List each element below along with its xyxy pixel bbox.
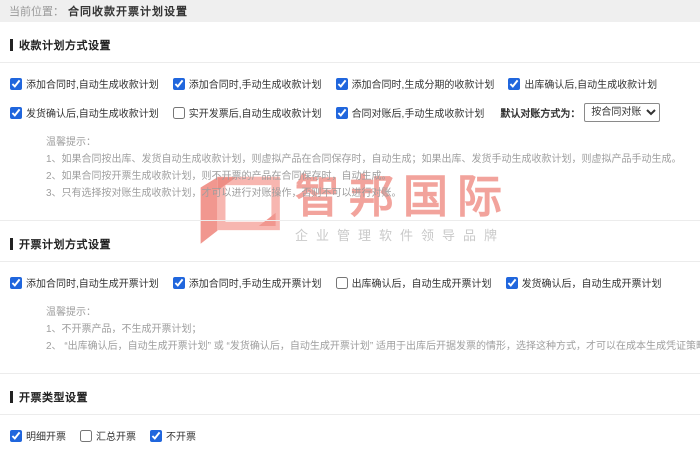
checkbox-item[interactable]: 添加合同时,手动生成收款计划 xyxy=(173,76,322,91)
checkbox-label: 添加合同时,手动生成开票计划 xyxy=(189,275,322,290)
checkbox[interactable] xyxy=(10,78,22,90)
section-header: 开票计划方式设置 xyxy=(0,221,700,262)
checkbox-label: 发货确认后,自动生成收款计划 xyxy=(26,105,159,120)
checkbox-item[interactable]: 添加合同时,自动生成开票计划 xyxy=(10,275,159,290)
tip-line: 3、只有选择按对账生成收款计划，才可以进行对账操作，否则不可以进行对账。 xyxy=(46,185,700,202)
tips-title: 温馨提示： xyxy=(46,304,700,321)
checkbox-label: 出库确认后，自动生成开票计划 xyxy=(352,275,492,290)
checkbox-item[interactable]: 实开发票后,自动生成收款计划 xyxy=(173,105,322,120)
checkbox-label: 出库确认后,自动生成收款计划 xyxy=(524,76,657,91)
breadcrumb-label: 当前位置： xyxy=(9,3,64,19)
checkbox-item[interactable]: 出库确认后，自动生成开票计划 xyxy=(336,275,492,290)
section-title-bar xyxy=(10,391,13,403)
checkbox-item[interactable]: 出库确认后,自动生成收款计划 xyxy=(508,76,657,91)
section-header: 开票类型设置 xyxy=(0,374,700,415)
section-title-bar xyxy=(10,39,13,51)
checkbox[interactable] xyxy=(10,107,22,119)
checkbox-row: 添加合同时,自动生成收款计划 添加合同时,手动生成收款计划 添加合同时,生成分期的收… xyxy=(0,74,700,93)
checkbox-item[interactable]: 明细开票 xyxy=(10,428,66,443)
breadcrumb-current-page: 合同收款开票计划设置 xyxy=(68,3,188,19)
checkbox-item[interactable]: 合同对账后,手动生成收款计划 xyxy=(336,105,485,120)
reconcile-mode-select[interactable]: 按合同对账 xyxy=(584,103,660,122)
checkbox[interactable] xyxy=(150,430,162,442)
reconcile-mode-field: 默认对账方式为： 按合同对账 xyxy=(500,103,660,122)
checkbox-label: 实开发票后,自动生成收款计划 xyxy=(189,105,322,120)
checkbox-item[interactable]: 添加合同时,手动生成开票计划 xyxy=(173,275,322,290)
checkbox-label: 发货确认后，自动生成开票计划 xyxy=(522,275,662,290)
settings-section: 开票计划方式设置添加合同时,自动生成开票计划 添加合同时,手动生成开票计划 出库确认… xyxy=(0,220,700,373)
tips-title: 温馨提示： xyxy=(46,134,700,151)
checkbox[interactable] xyxy=(336,78,348,90)
checkbox-item[interactable]: 发货确认后,自动生成收款计划 xyxy=(10,105,159,120)
checkbox[interactable] xyxy=(173,78,185,90)
checkbox-label: 添加合同时,手动生成收款计划 xyxy=(189,76,322,91)
tip-line: 2、如果合同按开票生成收款计划，则不开票的产品在合同保存时，自动生成。 xyxy=(46,168,700,185)
checkbox-row: 发货确认后,自动生成收款计划 实开发票后,自动生成收款计划 合同对账后,手动生成收款… xyxy=(0,103,700,122)
checkbox-row: 明细开票 汇总开票 不开票 xyxy=(0,426,700,445)
checkbox[interactable] xyxy=(506,277,518,289)
checkbox[interactable] xyxy=(80,430,92,442)
checkbox[interactable] xyxy=(336,107,348,119)
checkbox-label: 添加合同时,自动生成开票计划 xyxy=(26,275,159,290)
section-title: 收款计划方式设置 xyxy=(19,37,111,53)
checkbox-label: 合同对账后,手动生成收款计划 xyxy=(352,105,485,120)
tips-block: 温馨提示：1、不开票产品，不生成开票计划；2、 “出库确认后，自动生成开票计划”… xyxy=(0,304,700,373)
tip-line: 1、如果合同按出库、发货自动生成收款计划，则虚拟产品在合同保存时，自动生成；如果… xyxy=(46,151,700,168)
checkbox[interactable] xyxy=(336,277,348,289)
checkbox-item[interactable]: 发货确认后，自动生成开票计划 xyxy=(506,275,662,290)
checkbox-item[interactable]: 添加合同时,生成分期的收款计划 xyxy=(336,76,495,91)
checkbox[interactable] xyxy=(508,78,520,90)
section-title: 开票计划方式设置 xyxy=(19,236,111,252)
checkbox[interactable] xyxy=(173,107,185,119)
checkbox-item[interactable]: 添加合同时,自动生成收款计划 xyxy=(10,76,159,91)
breadcrumb: 当前位置： 合同收款开票计划设置 xyxy=(0,0,700,22)
settings-section: 开票类型设置明细开票 汇总开票 不开票 xyxy=(0,373,700,459)
checkbox-label: 明细开票 xyxy=(26,428,66,443)
tip-line: 2、 “出库确认后，自动生成开票计划” 或 “发货确认后，自动生成开票计划” 适… xyxy=(46,338,700,355)
checkbox[interactable] xyxy=(10,430,22,442)
section-title-bar xyxy=(10,238,13,250)
checkbox-item[interactable]: 汇总开票 xyxy=(80,428,136,443)
checkbox-row: 添加合同时,自动生成开票计划 添加合同时,手动生成开票计划 出库确认后，自动生成开票… xyxy=(0,273,700,292)
checkbox[interactable] xyxy=(173,277,185,289)
settings-section: 收款计划方式设置添加合同时,自动生成收款计划添加合同时,手动生成收款计划添加合同… xyxy=(0,22,700,220)
tips-block: 温馨提示：1、如果合同按出库、发货自动生成收款计划，则虚拟产品在合同保存时，自动… xyxy=(0,134,700,220)
checkbox-label: 添加合同时,生成分期的收款计划 xyxy=(352,76,495,91)
checkbox-item[interactable]: 不开票 xyxy=(150,428,196,443)
checkbox-label: 汇总开票 xyxy=(96,428,136,443)
reconcile-mode-label: 默认对账方式为： xyxy=(500,105,580,120)
section-bottom-space xyxy=(0,445,700,459)
section-header: 收款计划方式设置 xyxy=(0,22,700,63)
section-title: 开票类型设置 xyxy=(19,389,88,405)
checkbox-label: 不开票 xyxy=(166,428,196,443)
tip-line: 1、不开票产品，不生成开票计划； xyxy=(46,321,700,338)
checkbox[interactable] xyxy=(10,277,22,289)
settings-content: 收款计划方式设置添加合同时,自动生成收款计划添加合同时,手动生成收款计划添加合同… xyxy=(0,22,700,459)
checkbox-label: 添加合同时,自动生成收款计划 xyxy=(26,76,159,91)
